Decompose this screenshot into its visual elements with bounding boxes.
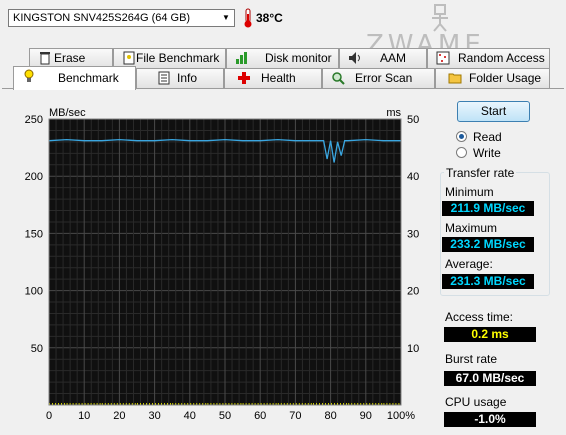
- x-tick: 100%: [387, 410, 415, 422]
- x-tick: 70: [289, 410, 301, 422]
- tab-label: Error Scan: [355, 71, 413, 85]
- x-tick: 20: [113, 410, 125, 422]
- info-icon: [158, 71, 170, 85]
- maximum-value: 233.2 MB/sec: [442, 237, 534, 252]
- cpu-usage-value: -1.0%: [444, 412, 536, 427]
- x-tick: 90: [360, 410, 372, 422]
- thermometer-icon: [244, 8, 252, 28]
- tab-disk-monitor[interactable]: Disk monitor: [226, 48, 339, 68]
- x-tick: 60: [254, 410, 266, 422]
- drive-select[interactable]: KINGSTON SNV425S264G (64 GB) ▼: [8, 9, 235, 27]
- y-tick-left: 150: [25, 228, 43, 240]
- minimum-value: 211.9 MB/sec: [442, 201, 534, 216]
- burst-rate-label: Burst rate: [445, 352, 498, 366]
- y-tick-right: 30: [407, 228, 419, 240]
- trash-icon: [40, 52, 50, 65]
- chevron-down-icon[interactable]: ▼: [218, 10, 234, 26]
- magnifier-icon: [332, 72, 345, 85]
- random-access-icon: [436, 51, 450, 65]
- y-axis-unit-left: MB/sec: [49, 107, 86, 119]
- y-tick-right: 10: [407, 343, 419, 355]
- benchmark-chart: MB/sec ms2502001501005050403020100 10 20 30 4…: [25, 107, 420, 422]
- temperature: 38°C: [256, 11, 283, 25]
- write-radio[interactable]: [456, 147, 467, 158]
- y-tick-left: 250: [25, 114, 43, 126]
- minimum-label: Minimum: [445, 185, 494, 199]
- x-tick: 30: [148, 410, 160, 422]
- y-tick-right: 40: [407, 171, 419, 183]
- y-tick-left: 50: [31, 343, 43, 355]
- tab-label: Erase: [54, 51, 86, 65]
- health-cross-icon: [238, 72, 250, 84]
- tab-label: Random Access: [458, 51, 545, 65]
- access-time-value: 0.2 ms: [444, 327, 536, 342]
- disk-monitor-icon: [236, 52, 247, 64]
- tab-label: Benchmark: [58, 71, 119, 85]
- transfer-rate-title: Transfer rate: [444, 166, 517, 180]
- average-label: Average:: [445, 257, 493, 271]
- tab-erase[interactable]: Erase: [29, 48, 113, 68]
- tab-random-access[interactable]: Random Access: [427, 48, 550, 68]
- drive-name: KINGSTON SNV425S264G (64 GB): [13, 12, 191, 24]
- top-bar: KINGSTON SNV425S264G (64 GB) ▼ 38°C ZWAM…: [0, 0, 566, 60]
- speaker-icon: [349, 52, 360, 64]
- cpu-usage-label: CPU usage: [445, 395, 507, 409]
- y-tick-right: 20: [407, 286, 419, 298]
- file-benchmark-icon: [123, 51, 135, 65]
- watermark-logo: ZWAME: [366, 4, 516, 60]
- x-tick: 50: [219, 410, 231, 422]
- tab-file-benchmark[interactable]: File Benchmark: [113, 48, 226, 68]
- tab-label: Disk monitor: [265, 51, 332, 65]
- read-label: Read: [473, 130, 502, 144]
- y-tick-right: 50: [407, 114, 419, 126]
- tab-benchmark[interactable]: Benchmark: [13, 66, 136, 90]
- x-tick: 10: [78, 410, 90, 422]
- y-tick-left: 100: [25, 286, 43, 298]
- read-radio[interactable]: [456, 131, 467, 142]
- maximum-label: Maximum: [445, 221, 498, 235]
- y-tick-left: 200: [25, 171, 43, 183]
- tab-info[interactable]: Info: [136, 68, 224, 88]
- lightbulb-icon: [24, 69, 34, 82]
- tab-aam[interactable]: AAM: [339, 48, 427, 68]
- tab-error-scan[interactable]: Error Scan: [322, 68, 435, 88]
- tab-label: Info: [177, 71, 198, 85]
- x-tick: 0: [46, 410, 52, 422]
- tab-label: File Benchmark: [136, 51, 220, 65]
- radio-selected-dot: [459, 134, 464, 139]
- x-tick: 80: [324, 410, 336, 422]
- burst-rate-value: 67.0 MB/sec: [444, 371, 536, 386]
- y-axis-unit-right: ms: [386, 107, 401, 119]
- folder-icon: [448, 73, 462, 84]
- tab-label: AAM: [380, 51, 407, 65]
- tab-health[interactable]: Health: [224, 68, 322, 88]
- start-button[interactable]: Start: [457, 101, 530, 122]
- access-time-label: Access time:: [445, 310, 514, 324]
- tab-label: Folder Usage: [469, 71, 542, 85]
- average-value: 231.3 MB/sec: [442, 274, 534, 289]
- x-tick: 40: [184, 410, 196, 422]
- tab-folder-usage[interactable]: Folder Usage: [435, 68, 550, 88]
- write-label: Write: [473, 146, 501, 160]
- tab-label: Health: [261, 71, 296, 85]
